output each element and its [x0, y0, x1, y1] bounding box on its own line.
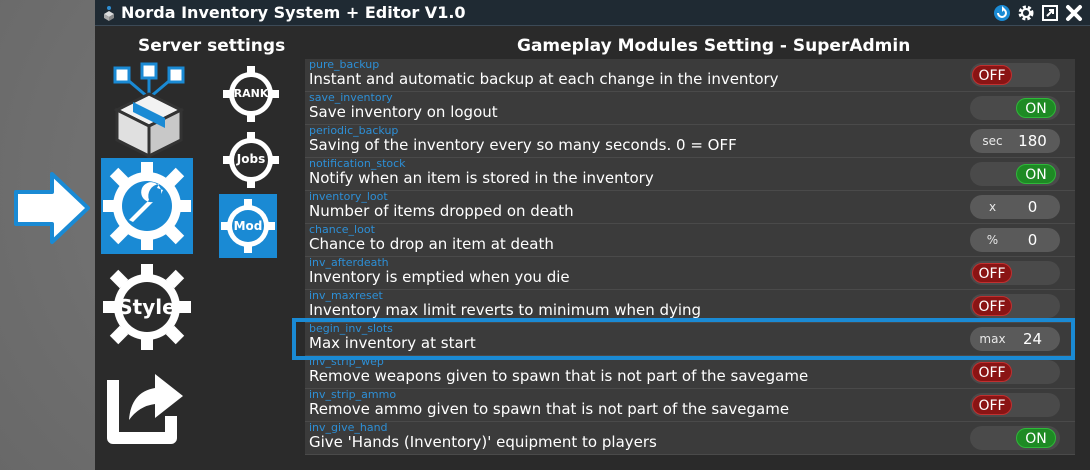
- setting-description: Chance to drop an item at death: [309, 235, 554, 253]
- rank-label: RANK: [233, 87, 269, 100]
- toggle-inv-strip-ammo[interactable]: OFF: [970, 393, 1060, 417]
- toggle-inv-afterdeath[interactable]: OFF: [970, 261, 1060, 285]
- toggle-state-label: OFF: [972, 296, 1012, 316]
- number-unit: sec: [982, 134, 1003, 148]
- app-window: Norda Inventory System + Editor V1.0 Ser…: [95, 0, 1090, 470]
- number-input-chance-loot[interactable]: % 0: [970, 228, 1060, 252]
- export-icon[interactable]: [105, 360, 189, 446]
- number-value: 0: [1027, 198, 1038, 216]
- setting-description: Instant and automatic backup at each cha…: [309, 70, 779, 88]
- module-rank[interactable]: RANK: [221, 64, 281, 124]
- app-logo-icon: [104, 6, 114, 21]
- toggle-inv-give-hand[interactable]: ON: [970, 426, 1060, 450]
- setting-row-inv-afterdeath: inv_afterdeath Inventory is emptied when …: [305, 257, 1075, 290]
- toggle-inv-strip-wep[interactable]: OFF: [970, 360, 1060, 384]
- setting-description: Save inventory on logout: [309, 103, 498, 121]
- number-unit: x: [988, 200, 997, 214]
- toggle-pure-backup[interactable]: OFF: [970, 63, 1060, 87]
- arrow-indicator-icon: [14, 172, 90, 244]
- setting-row-notification-stock: notification_stock Notify when an item is…: [305, 158, 1075, 191]
- sidebar: Server settings Style RANK Jobs Mod: [95, 26, 300, 470]
- toggle-inv-maxreset[interactable]: OFF: [970, 294, 1060, 318]
- toggle-state-label: OFF: [972, 395, 1012, 415]
- setting-description: Give 'Hands (Inventory)' equipment to pl…: [309, 433, 657, 451]
- style-label: Style: [118, 295, 176, 319]
- setting-description: Inventory max limit reverts to minimum w…: [309, 301, 702, 319]
- settings-list: pure_backup Instant and automatic backup …: [305, 59, 1075, 455]
- sidebar-item-style[interactable]: Style: [101, 262, 193, 352]
- module-mod[interactable]: Mod: [219, 194, 277, 258]
- module-jobs[interactable]: Jobs: [221, 130, 281, 190]
- setting-description: Number of items dropped on death: [309, 202, 574, 220]
- setting-description: Remove weapons given to spawn that is no…: [309, 367, 809, 385]
- toggle-state-label: OFF: [972, 263, 1012, 283]
- number-input-inventory-loot[interactable]: x0: [970, 195, 1060, 219]
- toggle-save-inventory[interactable]: ON: [970, 96, 1060, 120]
- jobs-label: Jobs: [236, 152, 266, 166]
- window-title: Norda Inventory System + Editor V1.0: [121, 3, 466, 22]
- setting-row-inv-strip-wep: inv_strip_wep Remove weapons given to spa…: [305, 356, 1075, 389]
- toggle-state-label: ON: [1016, 164, 1056, 184]
- maximize-icon[interactable]: [1041, 4, 1059, 22]
- toggle-state-label: OFF: [972, 362, 1012, 382]
- setting-row-inv-give-hand: inv_give_hand Give 'Hands (Inventory)' eq…: [305, 422, 1075, 455]
- selected-row-highlight: [292, 318, 1075, 360]
- setting-row-chance-loot: chance_loot Chance to drop an item at dea…: [305, 224, 1075, 257]
- toggle-state-label: ON: [1016, 428, 1056, 448]
- close-icon[interactable]: [1065, 4, 1083, 22]
- sidebar-heading: Server settings: [138, 36, 286, 56]
- toggle-state-label: ON: [1016, 98, 1056, 118]
- main-heading: Gameplay Modules Setting - SuperAdmin: [517, 36, 911, 56]
- box-network-icon: [113, 62, 185, 158]
- setting-description: Notify when an item is stored in the inv…: [309, 169, 654, 187]
- mod-label: Mod: [233, 219, 263, 233]
- toggle-notification-stock[interactable]: ON: [970, 162, 1060, 186]
- setting-description: Remove ammo given to spawn that is not p…: [309, 400, 790, 418]
- setting-row-save-inventory: save_inventory Save inventory on logout ON: [305, 92, 1075, 125]
- setting-row-inventory-loot: inventory_loot Number of items dropped on…: [305, 191, 1075, 224]
- refresh-icon[interactable]: [993, 4, 1011, 22]
- sidebar-item-settings[interactable]: [101, 158, 193, 254]
- sidebar-item-inventory-box[interactable]: [103, 62, 195, 158]
- gear-icon[interactable]: [1017, 4, 1035, 22]
- setting-row-periodic-backup: periodic_backup Saving of the inventory e…: [305, 125, 1075, 158]
- number-value: 0: [1027, 231, 1038, 249]
- number-value: 180: [1018, 132, 1047, 150]
- number-unit: %: [986, 233, 999, 247]
- setting-row-inv-strip-ammo: inv_strip_ammo Remove ammo given to spawn…: [305, 389, 1075, 422]
- wrench-gear-icon: [103, 162, 191, 250]
- number-input-periodic-backup[interactable]: sec 180: [970, 129, 1060, 153]
- setting-description: Saving of the inventory every so many se…: [309, 136, 737, 154]
- toggle-state-label: OFF: [972, 65, 1012, 85]
- setting-description: Inventory is emptied when you die: [309, 268, 570, 286]
- setting-row-pure-backup: pure_backup Instant and automatic backup …: [305, 59, 1075, 92]
- titlebar: Norda Inventory System + Editor V1.0: [95, 0, 1090, 26]
